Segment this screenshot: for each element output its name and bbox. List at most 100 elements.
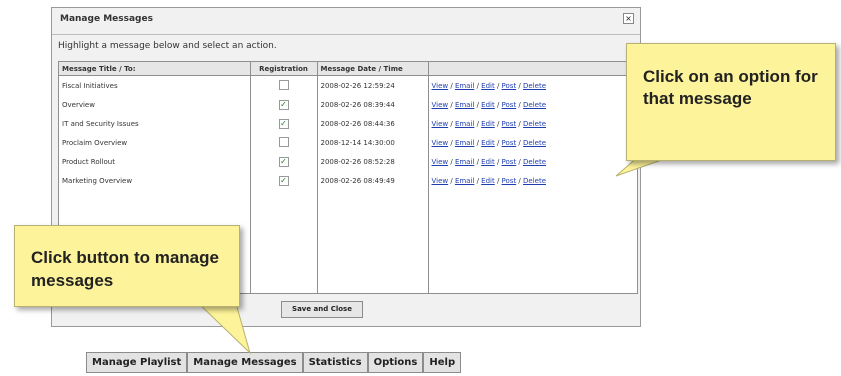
message-title: Overview	[59, 95, 251, 114]
registration-checkbox[interactable]	[278, 136, 289, 147]
view-link[interactable]: View	[432, 158, 449, 166]
action-separator: /	[448, 81, 455, 90]
message-title: Fiscal Initiatives	[59, 75, 251, 95]
action-separator: /	[448, 176, 455, 185]
action-separator: /	[494, 176, 502, 185]
registration-cell	[250, 133, 318, 152]
close-icon[interactable]: ×	[623, 13, 634, 24]
action-separator: /	[494, 81, 502, 90]
save-and-close-button[interactable]: Save and Close	[281, 301, 363, 318]
table-row[interactable]: Marketing Overview ✓ 2008-02-26 08:49:49 Vi…	[59, 171, 637, 190]
edit-link[interactable]: Edit	[481, 158, 495, 166]
post-link[interactable]: Post	[502, 158, 517, 166]
action-separator: /	[448, 119, 455, 128]
manage-playlist-button[interactable]: Manage Playlist	[86, 352, 188, 373]
post-link[interactable]: Post	[502, 101, 517, 109]
action-separator: /	[516, 138, 524, 147]
email-link[interactable]: Email	[455, 120, 474, 128]
message-actions: View / Email / Edit / Post / Delete	[428, 95, 637, 114]
post-link[interactable]: Post	[502, 177, 517, 185]
registration-cell: ✓	[250, 152, 318, 171]
registration-checkbox[interactable]	[278, 79, 289, 90]
registration-cell: ✓	[250, 171, 318, 190]
action-separator: /	[494, 138, 502, 147]
message-actions: View / Email / Edit / Post / Delete	[428, 133, 637, 152]
message-date: 2008-02-26 08:52:28	[317, 152, 429, 171]
message-title: IT and Security Issues	[59, 114, 251, 133]
message-date: 2008-02-26 08:49:49	[317, 171, 429, 190]
action-separator: /	[516, 157, 524, 166]
action-separator: /	[516, 119, 524, 128]
column-header-title: Message Title / To:	[59, 62, 251, 76]
email-link[interactable]: Email	[455, 101, 474, 109]
table-row[interactable]: Proclaim Overview 2008-12-14 14:30:00 View…	[59, 133, 637, 152]
view-link[interactable]: View	[432, 82, 449, 90]
callout-manage-button: Click button to manage messages	[14, 225, 240, 307]
action-separator: /	[516, 100, 524, 109]
column-header-date: Message Date / Time	[317, 62, 429, 76]
registration-checkbox[interactable]: ✓	[278, 156, 289, 167]
delete-link[interactable]: Delete	[523, 177, 546, 185]
edit-link[interactable]: Edit	[481, 139, 495, 147]
view-link[interactable]: View	[432, 120, 449, 128]
registration-checkbox[interactable]: ✓	[278, 99, 289, 110]
message-actions: View / Email / Edit / Post / Delete	[428, 152, 637, 171]
view-link[interactable]: View	[432, 177, 449, 185]
registration-checkbox[interactable]: ✓	[278, 118, 289, 129]
help-button[interactable]: Help	[423, 352, 462, 373]
delete-link[interactable]: Delete	[523, 158, 546, 166]
action-separator: /	[494, 157, 502, 166]
message-title: Proclaim Overview	[59, 133, 251, 152]
column-header-registration: Registration	[250, 62, 318, 76]
action-separator: /	[516, 81, 524, 90]
instruction-text: Highlight a message below and select an …	[58, 41, 277, 51]
edit-link[interactable]: Edit	[481, 120, 495, 128]
view-link[interactable]: View	[432, 101, 449, 109]
table-row[interactable]: Product Rollout ✓ 2008-02-26 08:52:28 View …	[59, 152, 637, 171]
divider	[52, 34, 640, 35]
edit-link[interactable]: Edit	[481, 101, 495, 109]
registration-checkbox[interactable]: ✓	[278, 175, 289, 186]
manage-messages-button[interactable]: Manage Messages	[187, 352, 303, 373]
action-separator: /	[494, 100, 502, 109]
action-separator: /	[448, 100, 455, 109]
delete-link[interactable]: Delete	[523, 101, 546, 109]
table-row[interactable]: Fiscal Initiatives 2008-02-26 12:59:24 Vie…	[59, 75, 637, 96]
email-link[interactable]: Email	[455, 139, 474, 147]
message-actions: View / Email / Edit / Post / Delete	[428, 114, 637, 133]
message-date: 2008-12-14 14:30:00	[317, 133, 429, 152]
post-link[interactable]: Post	[502, 120, 517, 128]
message-title: Product Rollout	[59, 152, 251, 171]
options-button[interactable]: Options	[367, 352, 424, 373]
edit-link[interactable]: Edit	[481, 82, 495, 90]
edit-link[interactable]: Edit	[481, 177, 495, 185]
delete-link[interactable]: Delete	[523, 82, 546, 90]
empty-cell	[250, 190, 318, 293]
table-row[interactable]: Overview ✓ 2008-02-26 08:39:44 View / Email…	[59, 95, 637, 114]
delete-link[interactable]: Delete	[523, 120, 546, 128]
post-link[interactable]: Post	[502, 82, 517, 90]
action-separator: /	[516, 176, 524, 185]
column-header-actions	[428, 62, 637, 76]
main-toolbar: Manage Playlist Manage Messages Statisti…	[86, 352, 462, 373]
message-title: Marketing Overview	[59, 171, 251, 190]
statistics-button[interactable]: Statistics	[302, 352, 368, 373]
email-link[interactable]: Email	[455, 177, 474, 185]
action-separator: /	[494, 119, 502, 128]
message-date: 2008-02-26 08:44:36	[317, 114, 429, 133]
post-link[interactable]: Post	[502, 139, 517, 147]
message-actions: View / Email / Edit / Post / Delete	[428, 76, 637, 96]
message-date: 2008-02-26 12:59:24	[317, 75, 429, 95]
email-link[interactable]: Email	[455, 82, 474, 90]
table-row[interactable]: IT and Security Issues ✓ 2008-02-26 08:44:…	[59, 114, 637, 133]
dialog-title: Manage Messages	[60, 14, 153, 24]
message-actions: View / Email / Edit / Post / Delete	[428, 171, 637, 190]
email-link[interactable]: Email	[455, 158, 474, 166]
message-date: 2008-02-26 08:39:44	[317, 95, 429, 114]
view-link[interactable]: View	[432, 139, 449, 147]
delete-link[interactable]: Delete	[523, 139, 546, 147]
action-separator: /	[448, 138, 455, 147]
registration-cell: ✓	[250, 114, 318, 133]
action-separator: /	[448, 157, 455, 166]
callout-options: Click on an option for that message	[626, 43, 836, 161]
